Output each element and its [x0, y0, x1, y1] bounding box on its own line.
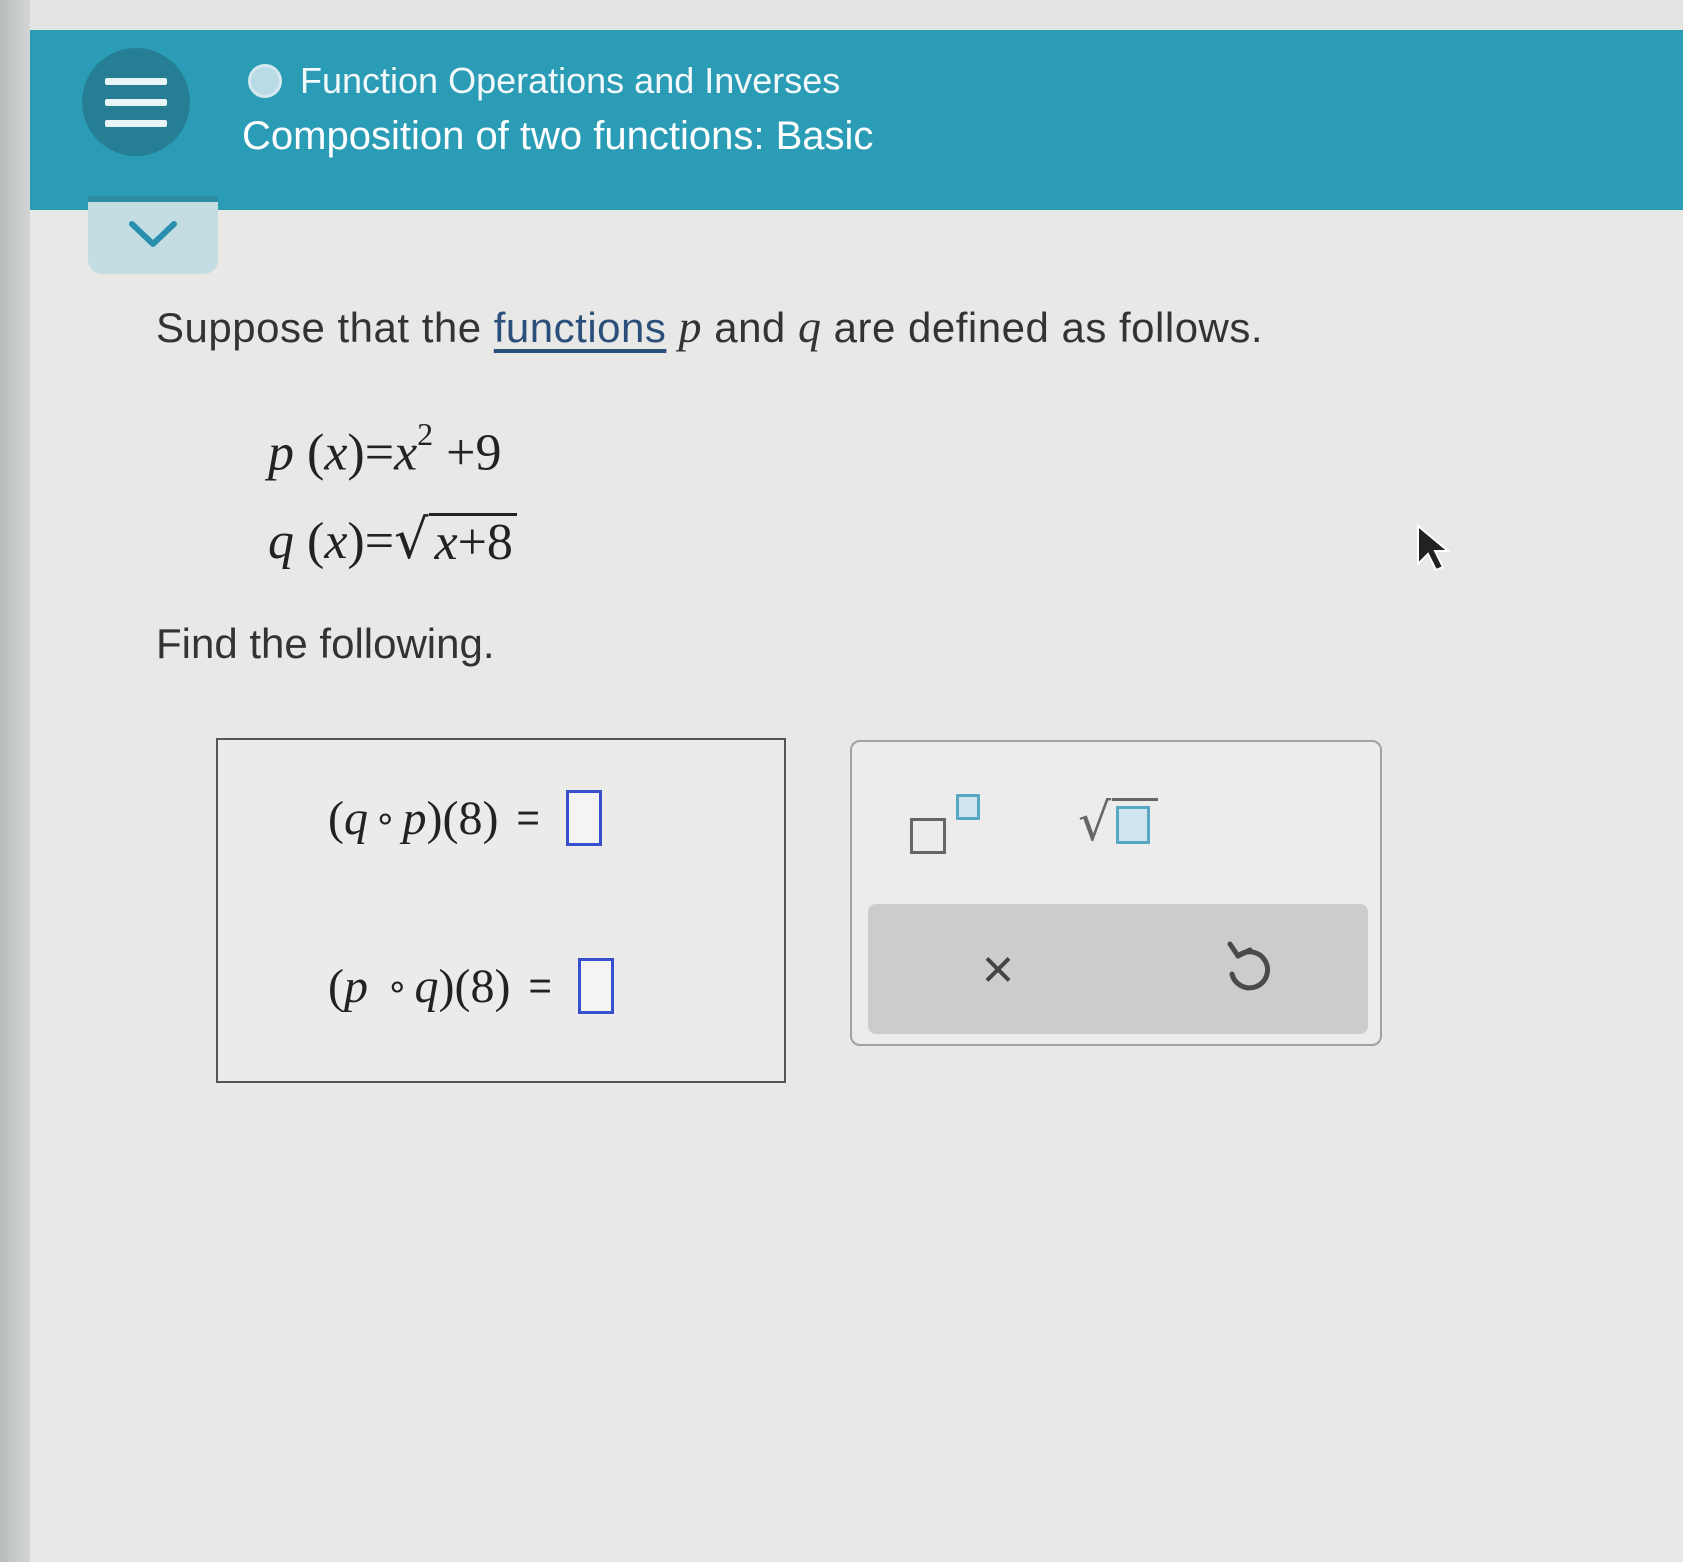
menu-icon-bar — [105, 98, 167, 106]
header: Function Operations and Inverses Composi… — [30, 30, 1683, 210]
chevron-down-icon — [129, 221, 177, 247]
sqrt-box-icon — [1116, 806, 1150, 844]
inner-func: q — [414, 959, 439, 1013]
math-toolbar: √ × — [850, 740, 1382, 1046]
equation-q: q (x)= √ x+8 — [268, 508, 517, 571]
eq-func-name: p — [268, 424, 294, 482]
arg-value: 8 — [470, 959, 495, 1013]
problem-statement: Suppose that the functions p and q are d… — [156, 300, 1263, 353]
radicand: x+8 — [428, 513, 517, 572]
menu-icon-bar — [105, 77, 167, 85]
paren: )( — [438, 959, 471, 1013]
clear-button[interactable]: × — [968, 924, 1028, 1014]
paren: ( — [328, 791, 344, 845]
paren: ) — [482, 791, 499, 845]
sqrt-bar — [1112, 798, 1158, 801]
eq-constant: +9 — [446, 424, 502, 482]
exponent-base-icon — [910, 818, 946, 854]
eq-var: x — [324, 513, 348, 570]
equals-sign: = — [528, 963, 552, 1008]
sqrt-expression: √ x+8 — [394, 508, 517, 571]
problem-text: and — [702, 304, 798, 351]
equation-p: p (x)=x2 +9 — [268, 416, 502, 482]
equals-sign: = — [516, 795, 540, 840]
compose-op: ∘ — [385, 966, 409, 1006]
problem-text: Suppose that the — [156, 304, 494, 351]
page-title: Composition of two functions: Basic — [242, 114, 874, 158]
problem-text: are defined as follows. — [821, 304, 1264, 351]
answer-row-p-of-q: (p ∘ q)(8) = — [328, 958, 614, 1014]
topic-title: Function Operations and Inverses — [300, 60, 841, 101]
answer-panel: (q ∘ p)(8) = (p ∘ q)(8) = — [216, 738, 786, 1083]
progress-circle-icon — [248, 64, 282, 98]
exponent-power-icon — [956, 794, 980, 820]
eq-var: x — [434, 514, 458, 572]
sqrt-sign: √ — [394, 508, 429, 571]
page: Function Operations and Inverses Composi… — [30, 30, 1683, 1562]
action-bar: × — [868, 904, 1368, 1034]
var-p: p — [678, 301, 703, 352]
topic-row: Function Operations and Inverses — [248, 56, 840, 106]
paren: )( — [426, 791, 459, 845]
undo-button[interactable] — [1218, 934, 1278, 1004]
answer-row-q-of-p: (q ∘ p)(8) = — [328, 790, 602, 846]
answer-input-p-of-q[interactable] — [577, 958, 614, 1014]
eq-constant: +8 — [457, 514, 513, 572]
outer-func: p — [343, 959, 368, 1013]
eq-exponent: 2 — [417, 416, 434, 452]
left-edge — [0, 0, 30, 1562]
arg-value: 8 — [458, 791, 483, 845]
paren: ( — [328, 959, 344, 1013]
exponent-button[interactable] — [910, 790, 990, 860]
menu-icon-bar — [105, 119, 167, 127]
find-instruction: Find the following. — [156, 620, 495, 667]
sqrt-icon: √ — [1078, 793, 1112, 853]
collapse-button[interactable] — [88, 196, 218, 274]
menu-button[interactable] — [82, 48, 190, 156]
functions-link[interactable]: functions — [494, 304, 667, 351]
inner-func: p — [402, 791, 427, 845]
mouse-pointer-icon — [1417, 524, 1451, 572]
sqrt-button[interactable]: √ — [1078, 788, 1168, 858]
paren: ) — [494, 959, 511, 1013]
eq-var: x — [394, 424, 418, 482]
compose-op: ∘ — [373, 798, 397, 838]
eq-var: x — [324, 424, 348, 482]
answer-input-q-of-p[interactable] — [565, 790, 602, 846]
eq-func-name: q — [268, 513, 294, 570]
undo-icon — [1227, 941, 1270, 991]
outer-func: q — [343, 791, 368, 845]
var-q: q — [797, 301, 822, 352]
